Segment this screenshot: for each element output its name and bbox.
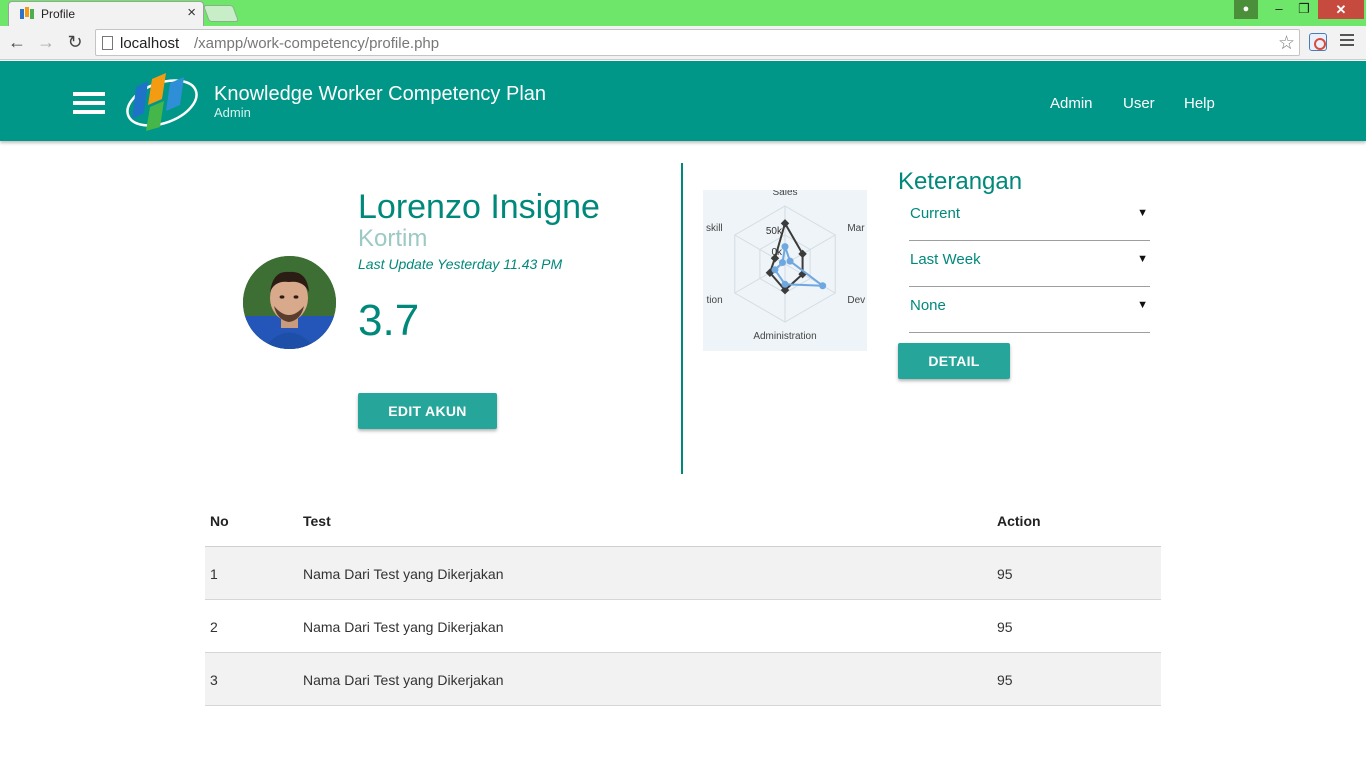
new-tab-button[interactable] <box>202 5 240 22</box>
browser-titlebar: Profile × ● – ❐ ✕ <box>0 0 1366 26</box>
select-value: Current <box>910 205 961 222</box>
browser-menu-icon[interactable] <box>1340 34 1354 48</box>
radar-axis-label: Administration <box>753 331 816 342</box>
app-header: Knowledge Worker Competency Plan Admin A… <box>0 61 1366 141</box>
radar-axis-label: Dev <box>847 295 865 306</box>
select-value: Last Week <box>910 251 981 268</box>
profile-photo <box>243 256 336 349</box>
table-row[interactable]: 1 Nama Dari Test yang Dikerjakan 95 <box>205 547 1161 600</box>
page-icon <box>102 36 113 50</box>
cell-no: 3 <box>210 672 218 688</box>
nav-link-admin[interactable]: Admin <box>1050 95 1093 112</box>
select-none[interactable]: None ▼ <box>909 297 1150 333</box>
select-current[interactable]: Current ▼ <box>909 205 1150 241</box>
edit-account-button[interactable]: EDIT AKUN <box>358 393 497 429</box>
column-header-no: No <box>210 513 229 529</box>
radar-axis-label: skill <box>706 223 723 234</box>
url-host: localhost <box>120 35 180 52</box>
radar-data-point <box>771 266 779 274</box>
forward-arrow-icon[interactable]: → <box>35 31 57 53</box>
column-header-action: Action <box>997 513 1041 529</box>
select-value: None <box>910 297 946 314</box>
app-title: Knowledge Worker Competency Plan <box>214 83 547 105</box>
address-bar[interactable]: localhost /xampp/work-competency/profile… <box>95 29 1300 56</box>
cell-action: 95 <box>997 672 1013 688</box>
table-header: No Test Action <box>205 494 1161 547</box>
browser-tab[interactable]: Profile × <box>8 1 204 26</box>
radar-data-point <box>781 243 789 251</box>
user-profile-icon[interactable]: ● <box>1234 0 1258 19</box>
competency-score: 3.7 <box>358 296 420 345</box>
column-header-test: Test <box>303 513 331 529</box>
tab-title: Profile <box>41 7 76 21</box>
section-divider <box>681 163 683 474</box>
minimize-icon[interactable]: – <box>1266 0 1292 19</box>
cell-test: Nama Dari Test yang Dikerjakan <box>303 672 504 688</box>
window-close-icon[interactable]: ✕ <box>1318 0 1364 19</box>
test-table: No Test Action 1 Nama Dari Test yang Dik… <box>205 494 1161 706</box>
radar-axis-label: tion <box>707 295 723 306</box>
radar-data-point <box>786 257 794 265</box>
url-path: /xampp/work-competency/profile.php <box>194 35 440 52</box>
tab-close-icon[interactable]: × <box>187 5 196 21</box>
radar-axis-label: Mar <box>847 223 865 234</box>
radar-data-point <box>798 249 807 259</box>
radar-axis-label: Sales <box>772 190 797 198</box>
radar-tick-label: 50k <box>766 226 783 237</box>
cell-action: 95 <box>997 619 1013 635</box>
radar-data-point <box>819 282 827 290</box>
last-update: Last Update Yesterday 11.43 PM <box>358 256 563 272</box>
radar-data-point <box>778 259 786 267</box>
cell-action: 95 <box>997 566 1013 582</box>
caret-down-icon: ▼ <box>1137 207 1148 219</box>
radar-chart: Sales Mar Dev Administration tion skill 0k 50k <box>703 190 867 351</box>
caret-down-icon: ▼ <box>1137 253 1148 265</box>
cell-test: Nama Dari Test yang Dikerjakan <box>303 619 504 635</box>
bookmark-star-icon[interactable]: ☆ <box>1278 32 1295 55</box>
table-row[interactable]: 3 Nama Dari Test yang Dikerjakan 95 <box>205 653 1161 706</box>
nav-link-user[interactable]: User <box>1123 95 1155 112</box>
hamburger-menu-icon[interactable] <box>73 92 105 114</box>
browser-toolbar: ← → ↻ localhost /xampp/work-competency/p… <box>0 26 1366 60</box>
caret-down-icon: ▼ <box>1137 299 1148 311</box>
legend-title: Keterangan <box>898 168 1023 195</box>
select-last-week[interactable]: Last Week ▼ <box>909 251 1150 287</box>
nav-link-help[interactable]: Help <box>1184 95 1215 112</box>
user-name: Lorenzo Insigne <box>358 188 600 226</box>
app-subtitle: Admin <box>214 105 251 120</box>
cell-no: 2 <box>210 619 218 635</box>
radar-data-point <box>781 280 789 288</box>
app-logo <box>126 73 198 131</box>
radar-chart-svg: SalesMarDevAdministrationtionskill0k50k <box>706 190 865 342</box>
cell-test: Nama Dari Test yang Dikerjakan <box>303 566 504 582</box>
detail-button[interactable]: DETAIL <box>898 343 1010 379</box>
reload-icon[interactable]: ↻ <box>64 31 86 53</box>
avatar <box>243 256 336 349</box>
user-role: Kortim <box>358 225 428 252</box>
extension-icon[interactable] <box>1309 33 1327 51</box>
table-row[interactable]: 2 Nama Dari Test yang Dikerjakan 95 <box>205 600 1161 653</box>
back-arrow-icon[interactable]: ← <box>6 31 28 53</box>
app-favicon-icon <box>20 7 34 19</box>
radar-data-point <box>780 219 790 228</box>
cell-no: 1 <box>210 566 218 582</box>
restore-icon[interactable]: ❐ <box>1291 0 1317 19</box>
